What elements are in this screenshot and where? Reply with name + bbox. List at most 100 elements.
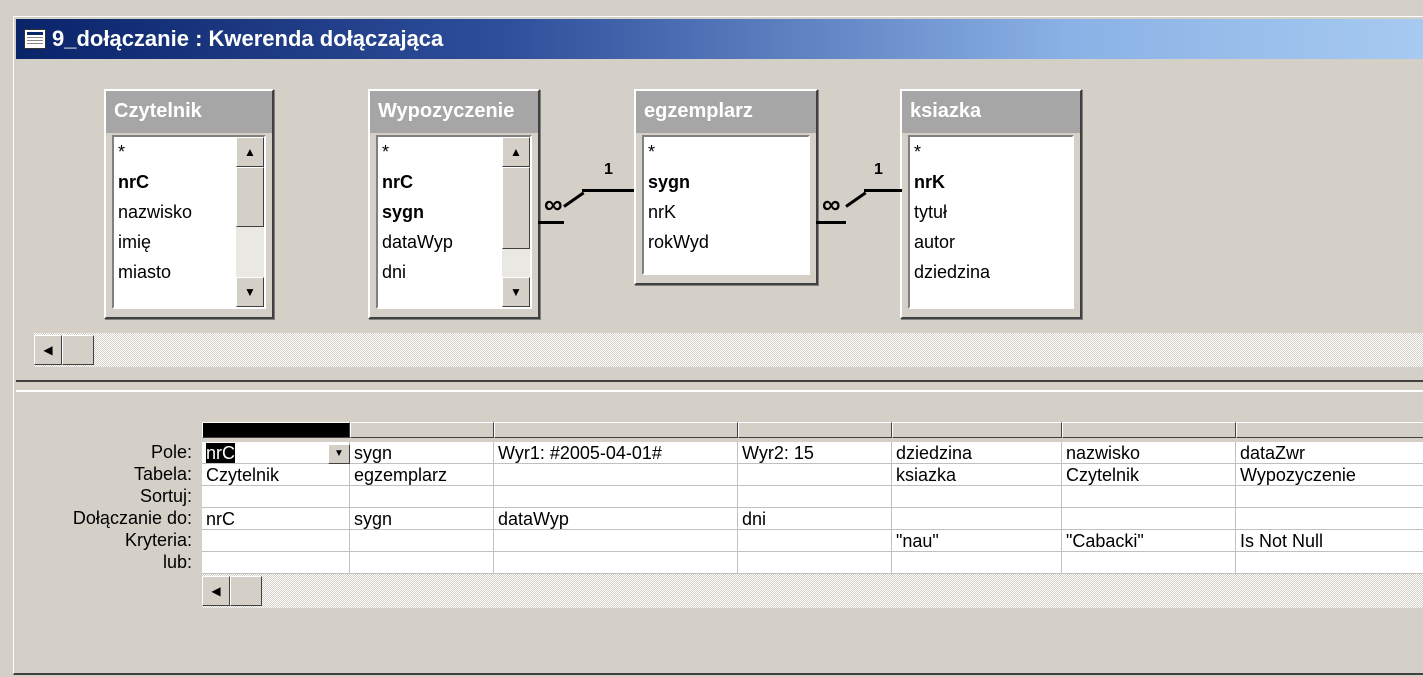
grid-cell-kryteria[interactable] — [738, 530, 892, 552]
grid-cell-pole[interactable]: Wyr1: #2005-04-01# — [494, 442, 738, 464]
grid-cell-dolaczanie[interactable]: dni — [738, 508, 892, 530]
grid-cell-tabela[interactable] — [738, 464, 892, 486]
grid-cell-kryteria[interactable]: "Cabacki" — [1062, 530, 1236, 552]
table-design-area: Czytelnik * nrC nazwisko imię miasto ▲ ▼… — [16, 61, 1423, 349]
table-box-wypozyczenie[interactable]: Wypozyczenie * nrC sygn dataWyp dni ▲ ▼ — [368, 89, 540, 319]
field-item[interactable]: nrK — [644, 197, 808, 227]
pane-splitter[interactable] — [16, 380, 1423, 392]
grid-cell-pole[interactable]: dataZwr — [1236, 442, 1423, 464]
field-item[interactable]: sygn — [644, 167, 808, 197]
grid-cell-lub[interactable] — [1236, 552, 1423, 574]
field-item[interactable]: * — [644, 137, 808, 167]
grid-cell-pole[interactable]: nazwisko — [1062, 442, 1236, 464]
table-title[interactable]: Czytelnik — [106, 91, 272, 133]
row-labels: Pole: Tabela: Sortuj: Dołączanie do: Kry… — [16, 442, 196, 574]
row-label-dolaczanie: Dołączanie do: — [72, 508, 192, 528]
scroll-left-icon[interactable]: ◀ — [34, 335, 62, 365]
screen-frame: 9_dołączanie : Kwerenda dołączająca Czyt… — [0, 0, 1423, 677]
column-selector[interactable] — [1062, 422, 1236, 438]
scroll-up-icon[interactable]: ▲ — [502, 137, 530, 167]
grid-cell-kryteria[interactable] — [494, 530, 738, 552]
query-icon — [24, 29, 46, 49]
vertical-scrollbar[interactable]: ▲ ▼ — [236, 137, 264, 307]
grid-cell-dolaczanie[interactable]: dataWyp — [494, 508, 738, 530]
row-label-kryteria: Kryteria: — [124, 530, 192, 550]
grid-cell-lub[interactable] — [494, 552, 738, 574]
title-bar[interactable]: 9_dołączanie : Kwerenda dołączająca — [16, 19, 1423, 59]
grid-cell-dolaczanie[interactable] — [1062, 508, 1236, 530]
grid-cell-lub[interactable] — [202, 552, 350, 574]
grid-cell-pole[interactable]: Wyr2: 15 — [738, 442, 892, 464]
grid-horizontal-scrollbar[interactable]: ◀ — [202, 574, 1423, 608]
field-item[interactable]: tytuł — [910, 197, 1072, 227]
scroll-down-icon[interactable]: ▼ — [502, 277, 530, 307]
field-item[interactable]: autor — [910, 227, 1072, 257]
table-box-czytelnik[interactable]: Czytelnik * nrC nazwisko imię miasto ▲ ▼ — [104, 89, 274, 319]
upper-horizontal-scrollbar[interactable]: ◀ — [34, 333, 1423, 367]
grid-cell-tabela[interactable]: egzemplarz — [350, 464, 494, 486]
row-label-tabela: Tabela: — [133, 464, 192, 484]
window-title: 9_dołączanie : Kwerenda dołączająca — [52, 26, 444, 51]
grid-cell-tabela[interactable]: ksiazka — [892, 464, 1062, 486]
table-title[interactable]: ksiazka — [902, 91, 1080, 133]
design-grid-area: Pole: Tabela: Sortuj: Dołączanie do: Kry… — [16, 392, 1423, 673]
grid-cell-sortuj[interactable] — [738, 486, 892, 508]
scroll-thumb[interactable] — [62, 335, 94, 365]
grid-cell-lub[interactable] — [350, 552, 494, 574]
field-item[interactable]: rokWyd — [644, 227, 808, 257]
grid-cell-tabela[interactable]: Czytelnik — [1062, 464, 1236, 486]
grid-cell-dolaczanie[interactable]: sygn — [350, 508, 494, 530]
grid-cell-kryteria[interactable] — [350, 530, 494, 552]
column-selector[interactable] — [202, 422, 350, 438]
table-box-egzemplarz[interactable]: egzemplarz * sygn nrK rokWyd — [634, 89, 818, 285]
grid-cell-kryteria[interactable]: "nau" — [892, 530, 1062, 552]
grid-cell-pole[interactable]: sygn — [350, 442, 494, 464]
grid-cell-sortuj[interactable] — [1236, 486, 1423, 508]
scroll-up-icon[interactable]: ▲ — [236, 137, 264, 167]
dropdown-arrow-icon[interactable]: ▼ — [328, 444, 350, 464]
query-window: 9_dołączanie : Kwerenda dołączająca Czyt… — [13, 16, 1423, 675]
field-list: * nrC sygn dataWyp dni ▲ ▼ — [376, 135, 532, 309]
table-box-ksiazka[interactable]: ksiazka * nrK tytuł autor dziedzina — [900, 89, 1082, 319]
grid-cell-dolaczanie[interactable] — [1236, 508, 1423, 530]
column-selector[interactable] — [738, 422, 892, 438]
grid-cell-lub[interactable] — [738, 552, 892, 574]
grid-cell-tabela[interactable]: Czytelnik — [202, 464, 350, 486]
table-title[interactable]: egzemplarz — [636, 91, 816, 133]
column-selector[interactable] — [494, 422, 738, 438]
one-symbol: 1 — [604, 161, 613, 178]
grid-cell-lub[interactable] — [1062, 552, 1236, 574]
scroll-thumb[interactable] — [502, 167, 530, 249]
many-symbol: ∞ — [822, 189, 841, 219]
grid-cell-sortuj[interactable] — [494, 486, 738, 508]
column-selector[interactable] — [1236, 422, 1423, 438]
grid-cell-sortuj[interactable] — [350, 486, 494, 508]
grid-cell-kryteria[interactable]: Is Not Null — [1236, 530, 1423, 552]
grid-cell-dolaczanie[interactable] — [892, 508, 1062, 530]
field-item[interactable]: dziedzina — [910, 257, 1072, 287]
grid-cell-lub[interactable] — [892, 552, 1062, 574]
grid-cell-dolaczanie[interactable]: nrC — [202, 508, 350, 530]
table-title[interactable]: Wypozyczenie — [370, 91, 538, 133]
many-symbol: ∞ — [544, 189, 563, 219]
grid-cell-sortuj[interactable] — [892, 486, 1062, 508]
grid-cell-sortuj[interactable] — [1062, 486, 1236, 508]
scroll-thumb[interactable] — [230, 576, 262, 606]
field-item[interactable]: nrK — [910, 167, 1072, 197]
scroll-left-icon[interactable]: ◀ — [202, 576, 230, 606]
one-symbol: 1 — [874, 161, 883, 178]
grid-cell-tabela[interactable] — [494, 464, 738, 486]
grid-cell-kryteria[interactable] — [202, 530, 350, 552]
grid-cell-tabela[interactable]: Wypozyczenie — [1236, 464, 1423, 486]
vertical-scrollbar[interactable]: ▲ ▼ — [502, 137, 530, 307]
field-item[interactable]: * — [910, 137, 1072, 167]
scroll-down-icon[interactable]: ▼ — [236, 277, 264, 307]
scroll-thumb[interactable] — [236, 167, 264, 227]
grid-cell-pole[interactable]: dziedzina — [892, 442, 1062, 464]
column-selector[interactable] — [350, 422, 494, 438]
field-list: * sygn nrK rokWyd — [642, 135, 810, 275]
field-list: * nrK tytuł autor dziedzina — [908, 135, 1074, 309]
grid-cell-sortuj[interactable] — [202, 486, 350, 508]
column-selector[interactable] — [892, 422, 1062, 438]
field-list: * nrC nazwisko imię miasto ▲ ▼ — [112, 135, 266, 309]
